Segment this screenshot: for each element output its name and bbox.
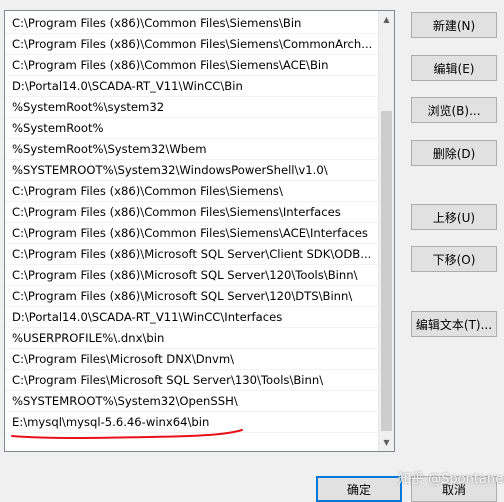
list-item[interactable]: C:\Program Files (x86)\Common Files\Siem… <box>5 181 379 202</box>
list-item[interactable]: C:\Program Files (x86)\Common Files\Siem… <box>5 55 379 76</box>
list-item[interactable]: C:\Program Files (x86)\Microsoft SQL Ser… <box>5 286 379 307</box>
list-item[interactable]: C:\Program Files (x86)\Common Files\Siem… <box>5 223 379 244</box>
browse-button[interactable]: 浏览(B)... <box>411 97 497 123</box>
edit-text-button[interactable]: 编辑文本(T)... <box>411 311 497 337</box>
list-item[interactable]: %SYSTEMROOT%\System32\WindowsPowerShell\… <box>5 160 379 181</box>
list-item[interactable]: C:\Program Files (x86)\Microsoft SQL Ser… <box>5 265 379 286</box>
red-underline-annotation <box>11 429 243 439</box>
list-item[interactable]: %SystemRoot% <box>5 118 379 139</box>
edit-button[interactable]: 编辑(E) <box>411 55 497 81</box>
path-list: C:\Program Files (x86)\Common Files\Siem… <box>5 13 379 433</box>
list-item[interactable]: D:\Portal14.0\SCADA-RT_V11\WinCC\Bin <box>5 76 379 97</box>
list-item[interactable]: C:\Program Files\Microsoft SQL Server\13… <box>5 370 379 391</box>
ok-button[interactable]: 确定 <box>316 476 402 502</box>
list-item[interactable]: C:\Program Files (x86)\Microsoft SQL Ser… <box>5 244 379 265</box>
new-button[interactable]: 新建(N) <box>411 12 497 38</box>
move-down-button[interactable]: 下移(O) <box>411 246 497 272</box>
list-item[interactable]: C:\Program Files (x86)\Common Files\Siem… <box>5 34 379 55</box>
list-item[interactable]: C:\Program Files (x86)\Common Files\Siem… <box>5 13 379 34</box>
vertical-scrollbar[interactable]: ▲ ▼ <box>378 11 394 451</box>
list-item[interactable]: %SystemRoot%\system32 <box>5 97 379 118</box>
move-up-button[interactable]: 上移(U) <box>411 204 497 230</box>
list-item[interactable]: %USERPROFILE%\.dnx\bin <box>5 328 379 349</box>
list-item[interactable]: %SystemRoot%\System32\Wbem <box>5 139 379 160</box>
list-item[interactable]: C:\Program Files (x86)\Common Files\Siem… <box>5 202 379 223</box>
list-item[interactable]: D:\Portal14.0\SCADA-RT_V11\WinCC\Interfa… <box>5 307 379 328</box>
scroll-up-icon[interactable]: ▲ <box>379 11 394 28</box>
list-item[interactable]: C:\Program Files\Microsoft DNX\Dnvm\ <box>5 349 379 370</box>
scroll-thumb[interactable] <box>381 111 392 431</box>
delete-button[interactable]: 删除(D) <box>411 140 497 166</box>
scroll-down-icon[interactable]: ▼ <box>379 434 394 451</box>
path-listbox[interactable]: C:\Program Files (x86)\Common Files\Siem… <box>4 10 395 452</box>
list-item[interactable]: %SYSTEMROOT%\System32\OpenSSH\ <box>5 391 379 412</box>
watermark: 知乎 @Spontaneous <box>398 472 504 487</box>
